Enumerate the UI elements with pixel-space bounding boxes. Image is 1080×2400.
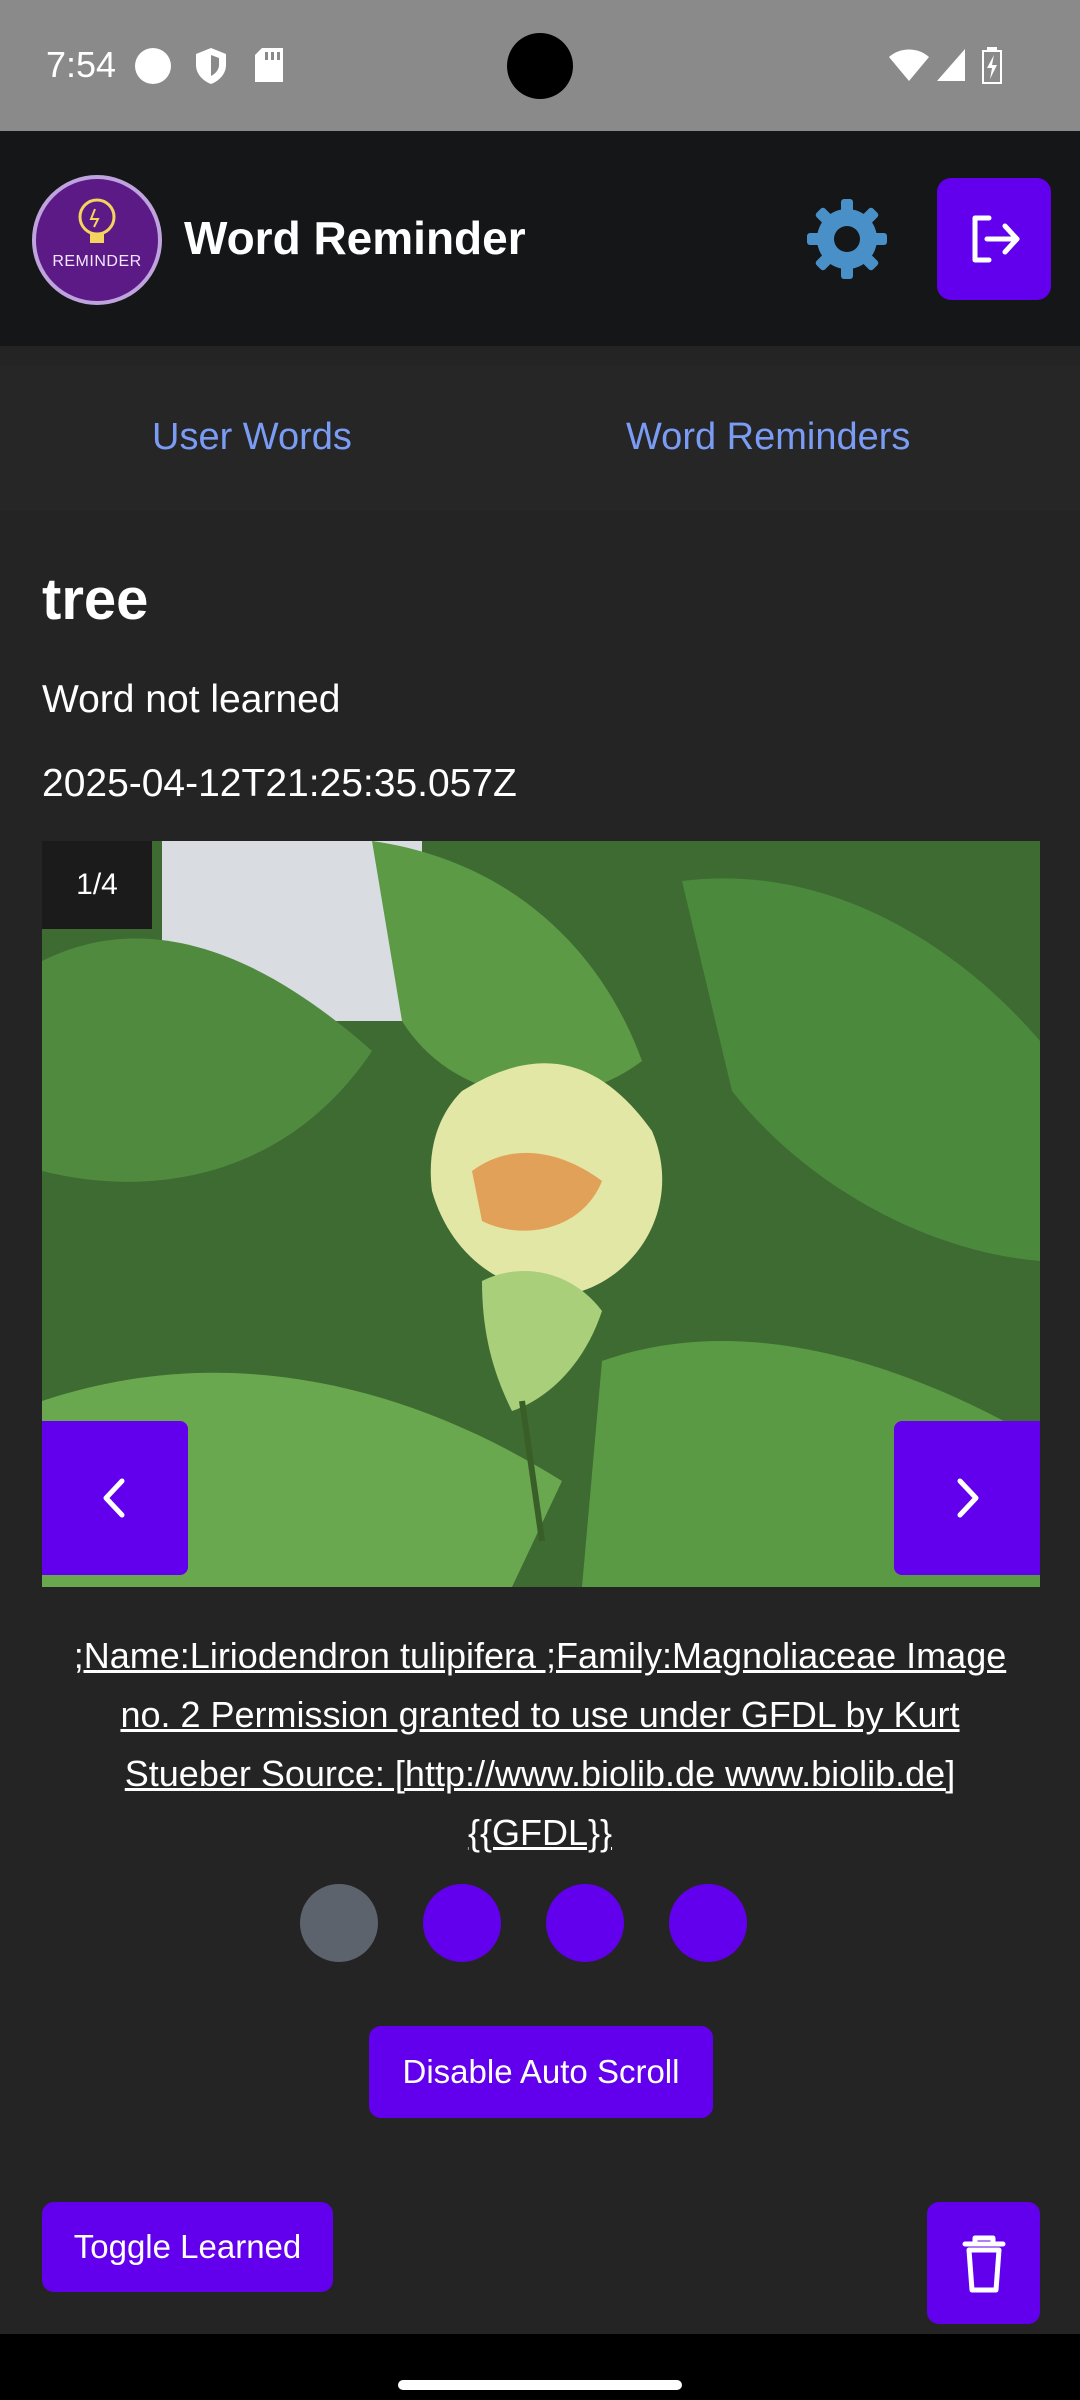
carousel-dot-2[interactable] [423, 1884, 501, 1962]
cell-signal-icon [936, 48, 966, 87]
tab-user-words[interactable]: User Words [152, 416, 352, 459]
word-title: tree [42, 567, 149, 632]
settings-button[interactable] [805, 197, 889, 281]
lightbulb-icon [78, 198, 116, 243]
next-slide-button[interactable] [894, 1421, 1040, 1575]
image-carousel[interactable]: 1/4 [42, 841, 1040, 1587]
previous-slide-button[interactable] [42, 1421, 188, 1575]
carousel-dot-1[interactable] [300, 1884, 378, 1962]
tab-word-reminders[interactable]: Word Reminders [626, 416, 910, 459]
delete-button[interactable] [927, 2202, 1040, 2324]
sd-card-icon [254, 47, 284, 88]
app-screen: 7:54 REMINDER Word Reminder User Words W… [0, 0, 1080, 2400]
toggle-learned-button[interactable]: Toggle Learned [42, 2202, 333, 2292]
chevron-left-icon [103, 1478, 125, 1518]
logo-text: REMINDER [52, 253, 142, 270]
wifi-icon [888, 48, 930, 87]
slide-counter: 1/4 [42, 841, 152, 929]
gear-icon [807, 199, 887, 279]
app-logo: REMINDER [32, 175, 162, 305]
shield-status-icon [194, 47, 228, 90]
carousel-dot-4[interactable] [669, 1884, 747, 1962]
status-bar: 7:54 [0, 0, 1080, 131]
word-status: Word not learned [42, 678, 341, 721]
status-time: 7:54 [46, 44, 117, 85]
navigation-bar [0, 2334, 1080, 2400]
app-header: REMINDER Word Reminder [0, 131, 1080, 346]
home-indicator[interactable] [398, 2380, 682, 2390]
tab-bar: User Words Word Reminders [0, 366, 1080, 511]
logout-button[interactable] [937, 178, 1051, 300]
circle-status-icon [134, 47, 172, 90]
app-title: Word Reminder [184, 212, 526, 264]
carousel-dot-3[interactable] [546, 1884, 624, 1962]
disable-auto-scroll-button[interactable]: Disable Auto Scroll [369, 2026, 713, 2118]
carousel-image [42, 841, 1040, 1587]
chevron-right-icon [957, 1478, 979, 1518]
word-date: 2025-04-12T21:25:35.057Z [42, 762, 517, 805]
trash-icon [962, 2235, 1006, 2293]
camera-cutout [507, 33, 573, 99]
logout-icon [972, 215, 1020, 263]
battery-charging-icon [980, 46, 1004, 89]
image-attribution-link[interactable]: ;Name:Liriodendron tulipifera ;Family:Ma… [60, 1626, 1020, 1862]
